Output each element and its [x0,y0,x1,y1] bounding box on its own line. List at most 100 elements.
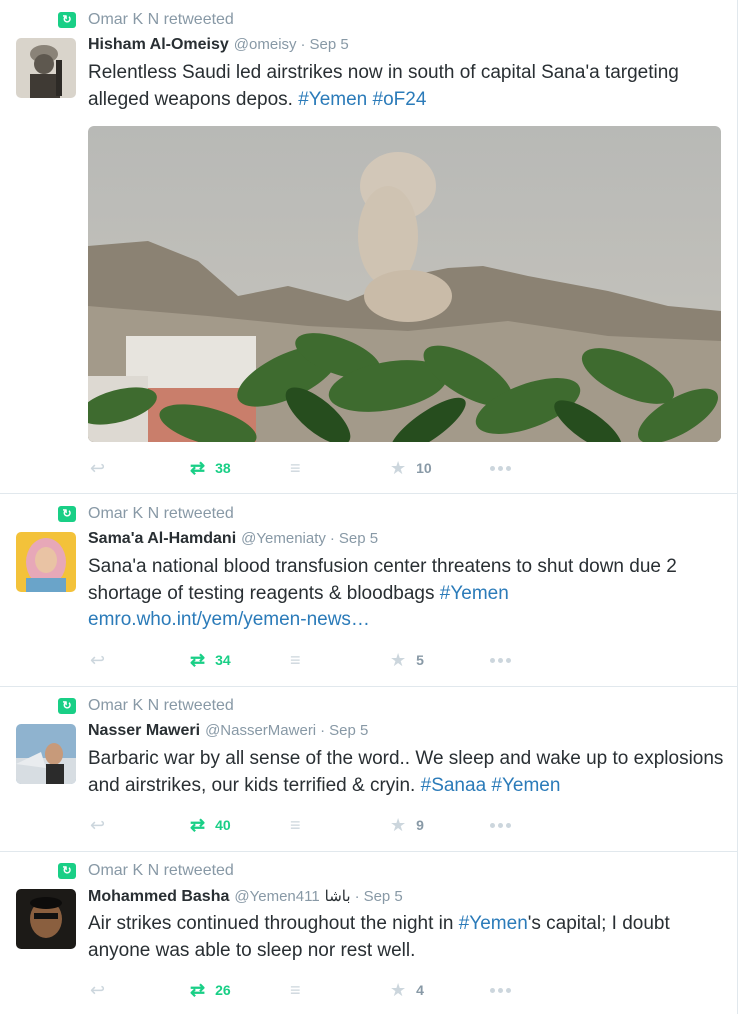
author-username[interactable]: @Yemeniaty [241,530,326,547]
retweet-count: 34 [215,652,231,668]
tweet-text: Barbaric war by all sense of the word.. … [88,746,728,799]
author-username-suffix: باشا [324,888,351,905]
hashtag-link[interactable]: #Yemen [459,913,528,934]
tweet-photo[interactable] [88,126,721,442]
retweet-context: ↻ Omar K N retweeted [58,10,234,30]
timestamp[interactable]: Sep 5 [364,888,403,905]
url-link[interactable]: emro.who.int/yem/yemen-news… [88,609,370,630]
retweet-button[interactable]: ⇄ 26 [190,980,231,1000]
star-icon: ★ [390,980,407,1000]
tweet-actions: ↩ ⇄ 26 ≡ ★ 4 [90,980,530,1000]
retweet-badge-icon: ↻ [58,12,76,28]
avatar[interactable] [16,532,76,592]
tweet-actions: ↩ ⇄ 38 ≡ ★ 10 [90,458,530,478]
retweeted-by[interactable]: Omar K N retweeted [88,505,234,523]
more-button[interactable] [490,815,511,835]
separator-dot: · [354,888,360,905]
retweet-icon: ⇄ [190,458,206,478]
tweet-item[interactable]: ↻ Omar K N retweeted Hisham Al-Omeisy @o… [0,0,737,494]
star-icon: ★ [390,815,407,835]
retweeted-by[interactable]: Omar K N retweeted [88,697,234,715]
favorite-button[interactable]: ★ 5 [390,650,424,670]
tweet-text-body: Barbaric war by all sense of the word.. … [88,748,724,796]
reply-button[interactable]: ↩ [90,650,105,670]
collection-button[interactable]: ≡ [290,458,301,478]
retweet-badge-icon: ↻ [58,506,76,522]
tweet-actions: ↩ ⇄ 40 ≡ ★ 9 [90,815,530,835]
collection-button[interactable]: ≡ [290,815,301,835]
retweet-icon: ⇄ [190,650,206,670]
author-name[interactable]: Mohammed Basha [88,888,229,906]
tweet-item[interactable]: ↻ Omar K N retweeted Sama'a Al-Hamdani @… [0,494,737,687]
retweet-context: ↻ Omar K N retweeted [58,504,234,524]
reply-icon: ↩ [90,980,106,1000]
tweet-text: Sana'a national blood transfusion center… [88,554,728,634]
hashtag-link[interactable]: #Sanaa [421,775,487,796]
timeline: ↻ Omar K N retweeted Hisham Al-Omeisy @o… [0,0,738,1014]
stack-icon: ≡ [290,458,301,478]
avatar[interactable] [16,38,76,98]
author-username[interactable]: @NasserMaweri [205,722,316,739]
favorite-button[interactable]: ★ 10 [390,458,432,478]
collection-button[interactable]: ≡ [290,650,301,670]
star-icon: ★ [390,458,407,478]
separator-dot: · [320,722,326,739]
reply-button[interactable]: ↩ [90,458,105,478]
tweet-text-body: Sana'a national blood transfusion center… [88,556,677,604]
more-icon [490,822,511,828]
tweet-header: Sama'a Al-Hamdani @Yemeniaty · Sep 5 [88,530,378,552]
retweet-count: 26 [215,982,231,998]
stack-icon: ≡ [290,650,301,670]
timestamp[interactable]: Sep 5 [329,722,368,739]
author-username[interactable]: @omeisy [234,36,297,53]
retweet-button[interactable]: ⇄ 40 [190,815,231,835]
hashtag-link[interactable]: #oF24 [373,89,427,110]
more-button[interactable] [490,650,511,670]
collection-button[interactable]: ≡ [290,980,301,1000]
more-icon [490,987,511,993]
favorite-count: 9 [416,817,424,833]
retweet-button[interactable]: ⇄ 38 [190,458,231,478]
reply-icon: ↩ [90,458,106,478]
retweet-button[interactable]: ⇄ 34 [190,650,231,670]
more-icon [490,465,511,471]
tweet-item[interactable]: ↻ Omar K N retweeted Nasser Maweri @Nass… [0,687,737,852]
favorite-button[interactable]: ★ 4 [390,980,424,1000]
author-name[interactable]: Nasser Maweri [88,722,200,740]
retweet-context: ↻ Omar K N retweeted [58,861,234,881]
favorite-count: 10 [416,460,432,476]
tweet-actions: ↩ ⇄ 34 ≡ ★ 5 [90,650,530,670]
hashtag-link[interactable]: #Yemen [440,583,509,604]
favorite-button[interactable]: ★ 9 [390,815,424,835]
more-button[interactable] [490,458,511,478]
tweet-item[interactable]: ↻ Omar K N retweeted Mohammed Basha @Yem… [0,852,737,1014]
more-button[interactable] [490,980,511,1000]
tweet-text: Air strikes continued throughout the nig… [88,911,728,964]
timestamp[interactable]: Sep 5 [310,36,349,53]
author-name[interactable]: Sama'a Al-Hamdani [88,530,236,548]
hashtag-link[interactable]: #Yemen [491,775,560,796]
stack-icon: ≡ [290,980,301,1000]
retweet-icon: ⇄ [190,815,206,835]
hashtag-link[interactable]: #Yemen [298,89,367,110]
retweeted-by[interactable]: Omar K N retweeted [88,862,234,880]
retweet-badge-icon: ↻ [58,863,76,879]
avatar[interactable] [16,889,76,949]
avatar[interactable] [16,724,76,784]
retweet-count: 38 [215,460,231,476]
separator-dot: · [329,530,335,547]
retweet-badge-icon: ↻ [58,698,76,714]
favorite-count: 5 [416,652,424,668]
tweet-text-body: Air strikes continued throughout the nig… [88,913,459,934]
reply-button[interactable]: ↩ [90,815,105,835]
tweet-text: Relentless Saudi led airstrikes now in s… [88,60,728,113]
separator-dot: · [300,36,306,53]
star-icon: ★ [390,650,407,670]
stack-icon: ≡ [290,815,301,835]
reply-button[interactable]: ↩ [90,980,105,1000]
reply-icon: ↩ [90,815,106,835]
author-username[interactable]: @Yemen411 [234,888,319,905]
timestamp[interactable]: Sep 5 [339,530,378,547]
retweeted-by[interactable]: Omar K N retweeted [88,11,234,29]
author-name[interactable]: Hisham Al-Omeisy [88,36,229,54]
